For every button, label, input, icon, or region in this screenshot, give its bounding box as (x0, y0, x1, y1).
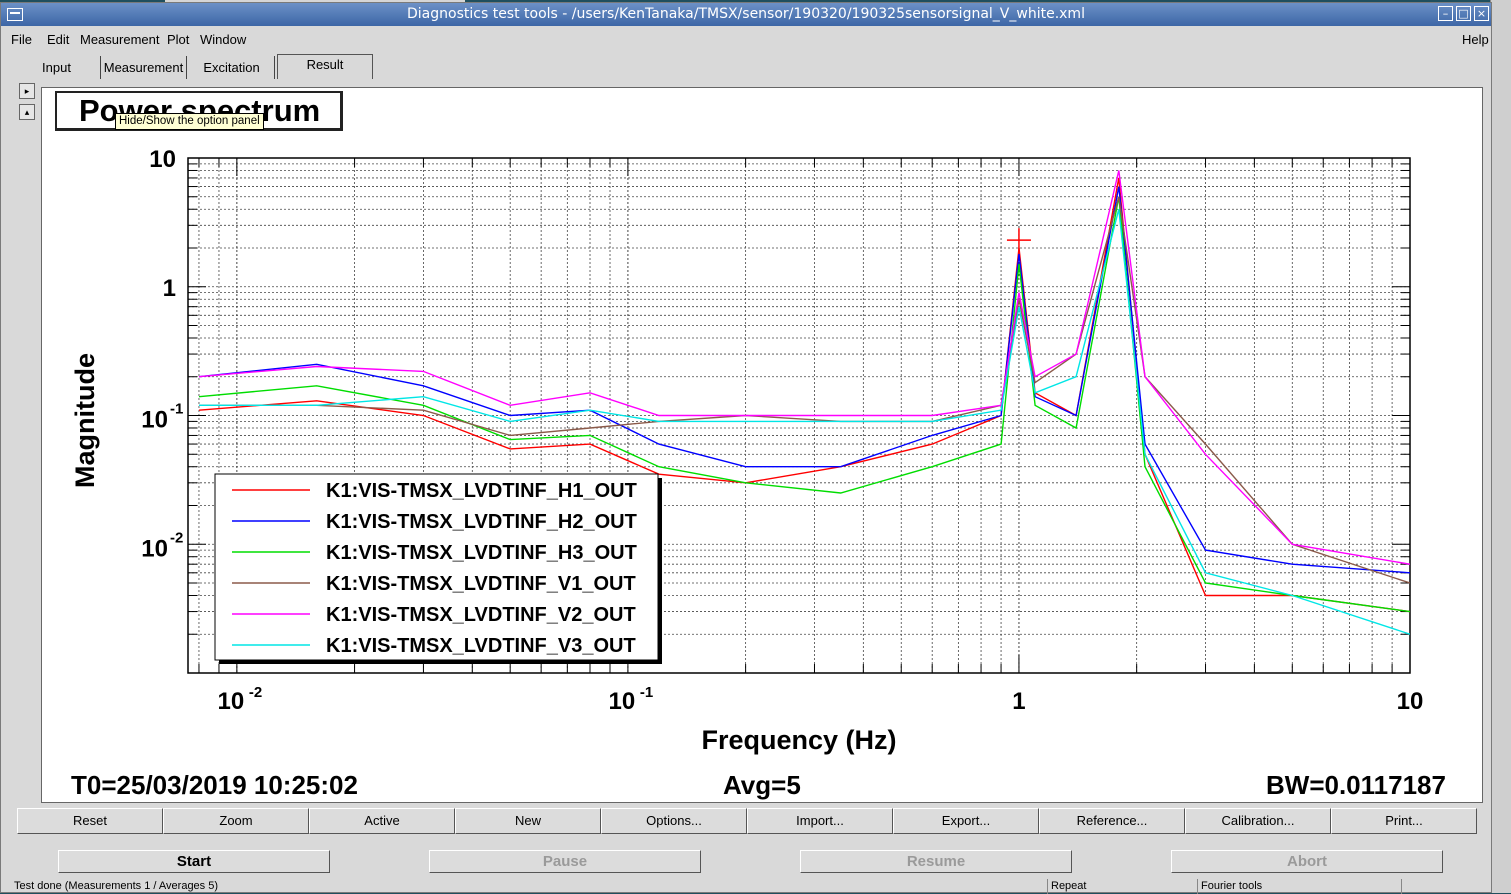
tab-measurement[interactable]: Measurement (101, 56, 187, 79)
x-tick-exponent-0.1: -1 (640, 684, 653, 701)
x-tick-label-0.1: 10 (609, 688, 636, 715)
option-panel-toggle-icon[interactable]: ▸ (19, 83, 35, 99)
y-tick-label-1: 1 (163, 275, 176, 302)
menu-measurement[interactable]: Measurement (80, 32, 159, 47)
maximize-icon[interactable]: □ (1456, 6, 1471, 21)
menu-help[interactable]: Help (1462, 32, 1489, 47)
x-tick-label-10: 10 (1397, 688, 1424, 715)
options-button[interactable]: Options... (601, 808, 747, 834)
t0-label: T0=25/03/2019 10:25:02 (71, 770, 358, 800)
tab-input[interactable]: Input (13, 56, 101, 79)
status-empty-cell (1401, 879, 1493, 894)
legend-entry-H3: K1:VIS-TMSX_LVDTINF_H3_OUT (326, 542, 637, 564)
status-message: Test done (Measurements 1 / Averages 5) (14, 880, 219, 892)
menu-file[interactable]: File (11, 32, 32, 47)
x-axis-title: Frequency (Hz) (701, 725, 896, 755)
main-window: Diagnostics test tools - /users/KenTanak… (0, 2, 1492, 894)
plot-button-row: Reset Zoom Active New Options... Import.… (17, 808, 1477, 834)
background-window-edge (1490, 0, 1511, 893)
collapse-up-icon[interactable]: ▴ (19, 104, 35, 120)
y-axis-title: Magnitude (70, 353, 100, 488)
start-button[interactable]: Start (58, 850, 330, 873)
option-panel-tooltip: Hide/Show the option panel (115, 113, 264, 130)
resume-button[interactable]: Resume (800, 850, 1072, 873)
close-icon[interactable]: × (1474, 6, 1489, 21)
menu-plot[interactable]: Plot (167, 32, 189, 47)
calibration-button[interactable]: Calibration... (1185, 808, 1331, 834)
import-button[interactable]: Import... (747, 808, 893, 834)
zoom-button[interactable]: Zoom (163, 808, 309, 834)
status-tools: Fourier tools (1197, 879, 1262, 894)
print-button[interactable]: Print... (1331, 808, 1477, 834)
new-button[interactable]: New (455, 808, 601, 834)
y-tick-exponent-0.01: -2 (170, 529, 183, 546)
plot-panel: Power spectrum 10 -2 10 -1 1 10 10 1 10 -1 10 -2 Fre… (41, 87, 1483, 803)
active-button[interactable]: Active (309, 808, 455, 834)
menu-bar: File Edit Measurement Plot Window Help (1, 27, 1491, 51)
legend-entry-V3: K1:VIS-TMSX_LVDTINF_V3_OUT (326, 635, 636, 657)
legend-entry-V1: K1:VIS-TMSX_LVDTINF_V1_OUT (326, 573, 636, 595)
avg-label: Avg=5 (723, 770, 801, 800)
export-button[interactable]: Export... (893, 808, 1039, 834)
y-tick-label-0.1: 10 (141, 407, 168, 434)
reset-button[interactable]: Reset (17, 808, 163, 834)
tab-excitation[interactable]: Excitation (189, 56, 275, 79)
menu-window[interactable]: Window (200, 32, 246, 47)
legend-entry-V2: K1:VIS-TMSX_LVDTINF_V2_OUT (326, 604, 636, 626)
status-bar: Test done (Measurements 1 / Averages 5) … (1, 879, 1491, 894)
legend-entry-H1: K1:VIS-TMSX_LVDTINF_H1_OUT (326, 480, 637, 502)
abort-button[interactable]: Abort (1171, 850, 1443, 873)
x-tick-exponent-0.01: -2 (249, 684, 262, 701)
legend-entry-H2: K1:VIS-TMSX_LVDTINF_H2_OUT (326, 511, 637, 533)
power-spectrum-chart: 10 -2 10 -1 1 1010110 -110 -2Frequency (Hz)Magn… (70, 146, 1424, 755)
x-tick-label-0.01: 10 (218, 688, 245, 715)
status-repeat: Repeat (1047, 879, 1086, 894)
legend: K1:VIS-TMSX_LVDTINF_H1_OUT K1:VIS-TMSX_LV… (214, 473, 662, 664)
tab-result[interactable]: Result (277, 54, 373, 79)
y-tick-label-0.01: 10 (141, 535, 168, 562)
reference-button[interactable]: Reference... (1039, 808, 1185, 834)
x-tick-label-1: 1 (1012, 688, 1025, 715)
y-tick-label-10: 10 (149, 146, 176, 173)
menu-edit[interactable]: Edit (47, 32, 69, 47)
pause-button[interactable]: Pause (429, 850, 701, 873)
minimize-icon[interactable]: – (1438, 6, 1453, 21)
window-title: Diagnostics test tools - /users/KenTanak… (407, 6, 1085, 22)
window-menu-icon[interactable] (7, 8, 23, 21)
y-tick-exponent-0.1: -1 (170, 401, 183, 418)
bw-label: BW=0.0117187 (1266, 770, 1446, 800)
title-bar[interactable]: Diagnostics test tools - /users/KenTanak… (1, 3, 1491, 26)
